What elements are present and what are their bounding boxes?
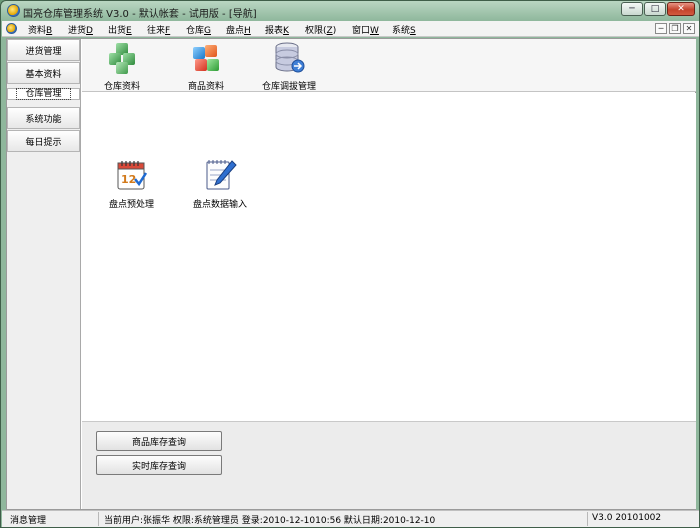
product-stock-query-button[interactable]: 商品库存查询: [96, 431, 222, 451]
function-label: 盘点数据输入: [193, 200, 248, 210]
title-bar[interactable]: 国亮仓库管理系统 V3.0 - 默认帐套 - 试用版 - [导航] ─ □ ✕: [1, 1, 699, 21]
menu-item-reports[interactable]: 报表K: [265, 23, 289, 36]
maximize-button[interactable]: □: [644, 2, 666, 16]
menu-item-warehouse[interactable]: 仓库G: [186, 23, 211, 36]
module-toolbar: 仓库资料 商品资料 仓库调拔管理: [82, 39, 696, 92]
sidebar-item-warehouse-management[interactable]: 仓库管理: [7, 88, 80, 100]
navigation-window: 进货管理 基本资料 仓库管理 系统功能 每日提示 仓库资料 商品资料 仓库调拔管…: [6, 38, 696, 510]
app-logo-icon[interactable]: [7, 4, 20, 17]
sidebar-item-basic-data[interactable]: 基本资料: [7, 62, 80, 84]
menu-item-shipment[interactable]: 出货E: [108, 23, 132, 36]
notepad-pen-icon: [202, 157, 238, 193]
sidebar: 进货管理 基本资料 仓库管理 系统功能 每日提示: [7, 39, 81, 509]
status-divider: [98, 512, 99, 526]
window-title: 国亮仓库管理系统 V3.0 - 默认帐套 - 试用版 - [导航]: [23, 9, 257, 20]
menu-item-accounts[interactable]: 往来F: [147, 23, 170, 36]
product-cubes-icon: [189, 41, 223, 75]
function-stocktake-data-input[interactable]: 盘点数据输入: [193, 157, 247, 210]
sidebar-item-label: 基本资料: [25, 69, 62, 80]
realtime-stock-query-button[interactable]: 实时库存查询: [96, 455, 222, 475]
mdi-minimize-button[interactable]: ─: [655, 23, 667, 34]
toolbar-label: 商品资料: [188, 82, 225, 92]
function-stocktake-preprocess[interactable]: 12 盘点预处理: [109, 157, 154, 210]
function-panel: 12 盘点预处理 盘点数据输入: [82, 93, 696, 421]
toolbar-label: 仓库调拔管理: [262, 82, 317, 92]
sidebar-item-label: 仓库管理: [16, 88, 71, 100]
sidebar-item-label: 每日提示: [25, 137, 62, 148]
sidebar-item-purchase-management[interactable]: 进货管理: [7, 39, 80, 61]
mdi-close-button[interactable]: ✕: [683, 23, 695, 34]
status-divider: [587, 512, 588, 526]
warehouse-cubes-icon: [105, 41, 139, 75]
menu-item-stocktake[interactable]: 盘点H: [226, 23, 251, 36]
sidebar-item-label: 进货管理: [25, 46, 62, 57]
status-bar: 消息管理 当前用户:张振华 权限:系统管理员 登录:2010-12-1010:5…: [2, 510, 699, 527]
menu-item-permissions[interactable]: 权限(Z): [305, 23, 336, 36]
menu-item-purchase[interactable]: 进货D: [68, 23, 93, 36]
calendar-check-icon: 12: [114, 157, 150, 193]
toolbar-warehouse-transfer[interactable]: 仓库调拔管理: [262, 41, 316, 92]
function-label: 盘点预处理: [109, 200, 155, 210]
status-user-info: 当前用户:张振华 权限:系统管理员 登录:2010-12-1010:56 默认日…: [104, 516, 436, 526]
mdi-child-icon[interactable]: [6, 23, 17, 34]
toolbar-product-data[interactable]: 商品资料: [188, 41, 224, 92]
toolbar-label: 仓库资料: [104, 82, 141, 92]
svg-text:12: 12: [121, 173, 136, 186]
database-transfer-icon: [272, 41, 306, 75]
close-button[interactable]: ✕: [667, 2, 695, 16]
app-window: 国亮仓库管理系统 V3.0 - 默认帐套 - 试用版 - [导航] ─ □ ✕ …: [0, 0, 700, 528]
mdi-restore-button[interactable]: ❐: [669, 23, 681, 34]
query-panel: 商品库存查询 实时库存查询: [82, 421, 696, 509]
sidebar-item-daily-tips[interactable]: 每日提示: [7, 130, 80, 152]
status-version: V3.0 20101002: [592, 513, 662, 523]
sidebar-item-label: 系统功能: [25, 114, 62, 125]
minimize-button[interactable]: ─: [621, 2, 643, 16]
menu-item-data[interactable]: 资料B: [28, 23, 52, 36]
menu-item-window[interactable]: 窗口W: [352, 23, 379, 36]
menu-item-system[interactable]: 系统S: [392, 23, 416, 36]
toolbar-warehouse-data[interactable]: 仓库资料: [104, 41, 140, 92]
menu-bar: 资料B 进货D 出货E 往来F 仓库G 盘点H 报表K 权限(Z) 窗口W 系统…: [2, 21, 699, 37]
sidebar-item-system-functions[interactable]: 系统功能: [7, 107, 80, 129]
status-message[interactable]: 消息管理: [10, 513, 46, 526]
